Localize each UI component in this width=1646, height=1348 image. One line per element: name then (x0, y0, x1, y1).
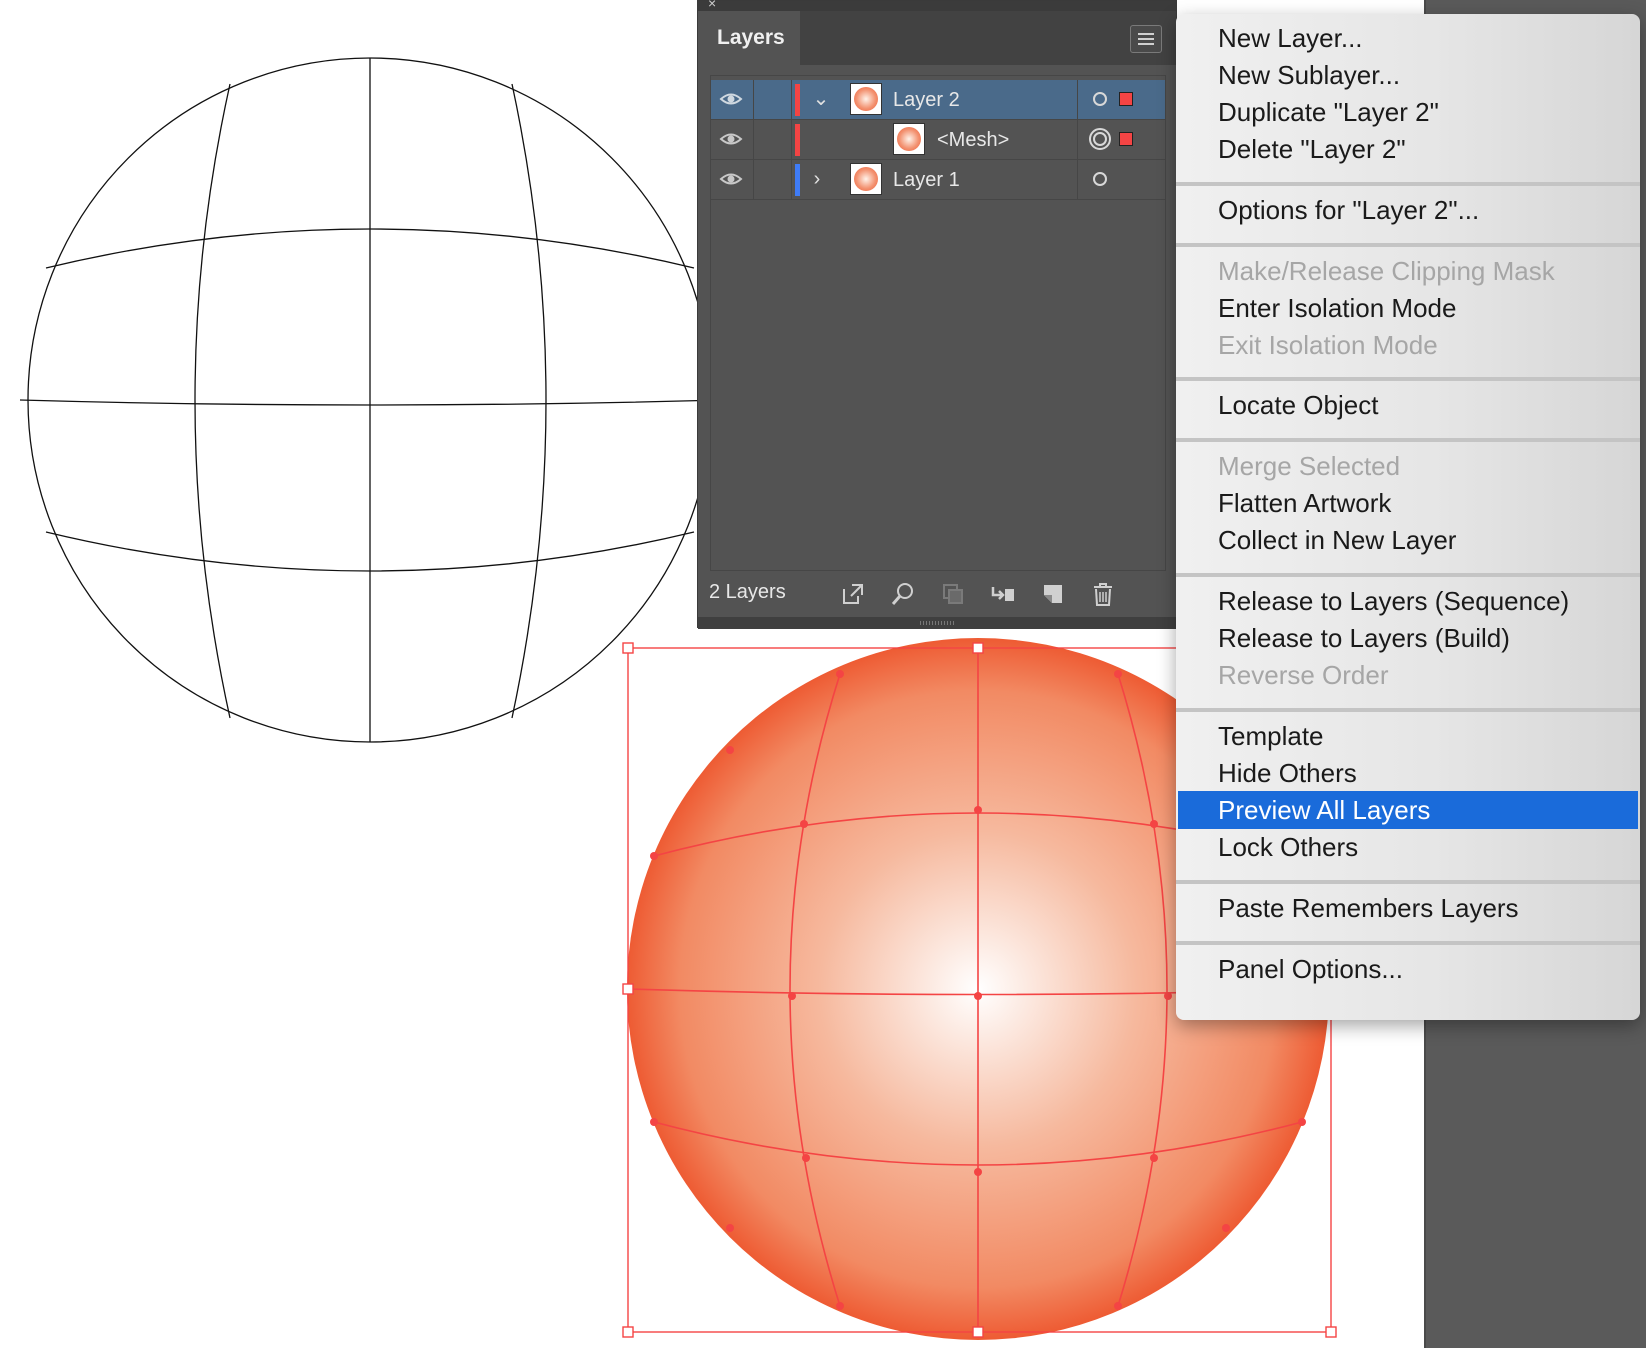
menu-item-hide-others[interactable]: Hide Others (1176, 754, 1640, 792)
menu-item-flatten-artwork[interactable]: Flatten Artwork (1176, 484, 1640, 522)
menu-item-clipping-mask: Make/Release Clipping Mask (1218, 256, 1555, 286)
panel-tab-bar: Layers (698, 11, 1176, 65)
layer-row-mesh[interactable]: <Mesh> (711, 120, 1165, 160)
menu-item-enter-isolation[interactable]: Enter Isolation Mode (1176, 289, 1640, 327)
menu-item-template[interactable]: Template (1176, 717, 1640, 755)
menu-item-options[interactable]: Options for "Layer 2"... (1176, 191, 1640, 229)
handle-middle-left (622, 983, 634, 995)
clipping-mask-icon[interactable] (940, 581, 966, 607)
layer-name[interactable]: Layer 1 (893, 160, 960, 200)
menu-item-release-sequence[interactable]: Release to Layers (Sequence) (1176, 582, 1640, 620)
layers-panel: × Layers ⌄ Layer 2 <Mesh> › Layer 1 2 La… (697, 0, 1177, 629)
selection-indicator[interactable] (1119, 92, 1133, 106)
object-name[interactable]: <Mesh> (937, 120, 1009, 160)
layer-list: ⌄ Layer 2 <Mesh> › Layer 1 (710, 75, 1166, 571)
layer-name[interactable]: Layer 2 (893, 80, 960, 120)
menu-separator (1176, 243, 1640, 247)
panel-footer: 2 Layers (698, 571, 1176, 617)
menu-item-release-build[interactable]: Release to Layers (Build) (1176, 619, 1640, 657)
menu-separator (1176, 182, 1640, 186)
menu-item-panel-options[interactable]: Panel Options... (1176, 950, 1640, 988)
handle-top-left (622, 642, 634, 654)
object-thumbnail (893, 123, 925, 155)
export-icon[interactable] (840, 581, 866, 607)
visibility-eye-icon[interactable] (719, 169, 743, 189)
menu-separator (1176, 941, 1640, 945)
target-selected-icon[interactable] (1089, 128, 1111, 150)
layer-row-layer-1[interactable]: › Layer 1 (711, 160, 1165, 200)
handle-top-middle (972, 642, 984, 654)
layer-thumbnail (850, 83, 882, 115)
handle-bottom-left (622, 1326, 634, 1338)
panel-title-strip[interactable]: × (698, 0, 1176, 11)
close-icon[interactable]: × (708, 0, 716, 11)
handle-bottom-right (1325, 1326, 1337, 1338)
layer-row-layer-2[interactable]: ⌄ Layer 2 (711, 80, 1165, 120)
menu-item-new-layer[interactable]: New Layer... (1176, 19, 1640, 57)
menu-item-collect-new-layer[interactable]: Collect in New Layer (1176, 521, 1640, 559)
layers-count: 2 Layers (709, 581, 786, 603)
target-icon[interactable] (1093, 172, 1107, 186)
chevron-down-icon[interactable]: ⌄ (811, 86, 831, 112)
menu-item-merge-selected: Merge Selected (1218, 451, 1401, 481)
search-icon[interactable] (890, 581, 916, 607)
trash-icon[interactable] (1090, 581, 1116, 607)
menu-separator (1176, 880, 1640, 884)
target-icon[interactable] (1093, 92, 1107, 106)
menu-separator (1176, 573, 1640, 577)
layers-panel-flyout-menu: New Layer... New Sublayer... Duplicate "… (1176, 14, 1640, 1020)
menu-item-reverse-order: Reverse Order (1218, 660, 1389, 690)
menu-separator (1176, 708, 1640, 712)
menu-item-delete[interactable]: Delete "Layer 2" (1176, 130, 1640, 168)
panel-resize-grip[interactable] (698, 617, 1176, 629)
layer-color-bar (795, 164, 800, 196)
visibility-eye-icon[interactable] (719, 89, 743, 109)
menu-item-duplicate[interactable]: Duplicate "Layer 2" (1176, 93, 1640, 131)
visibility-eye-icon[interactable] (719, 129, 743, 149)
chevron-right-icon[interactable]: › (807, 166, 827, 192)
layer-color-bar (795, 84, 800, 116)
selection-indicator[interactable] (1119, 132, 1133, 146)
layer-thumbnail (850, 163, 882, 195)
wireframe-sphere[interactable] (19, 57, 720, 743)
tab-layers[interactable]: Layers (698, 11, 800, 65)
menu-item-preview-all-layers[interactable]: Preview All Layers (1178, 791, 1638, 829)
menu-separator (1176, 377, 1640, 381)
menu-item-locate-object[interactable]: Locate Object (1176, 386, 1640, 424)
menu-item-exit-isolation: Exit Isolation Mode (1218, 330, 1438, 360)
menu-item-new-sublayer[interactable]: New Sublayer... (1176, 56, 1640, 94)
menu-item-paste-remembers-layers[interactable]: Paste Remembers Layers (1176, 889, 1640, 927)
menu-item-lock-others[interactable]: Lock Others (1176, 828, 1640, 866)
new-layer-icon[interactable] (1040, 581, 1066, 607)
menu-separator (1176, 438, 1640, 442)
layer-color-bar (795, 124, 800, 156)
panel-menu-icon[interactable] (1130, 25, 1162, 53)
handle-bottom-middle (972, 1326, 984, 1338)
new-sublayer-icon[interactable] (990, 581, 1016, 607)
